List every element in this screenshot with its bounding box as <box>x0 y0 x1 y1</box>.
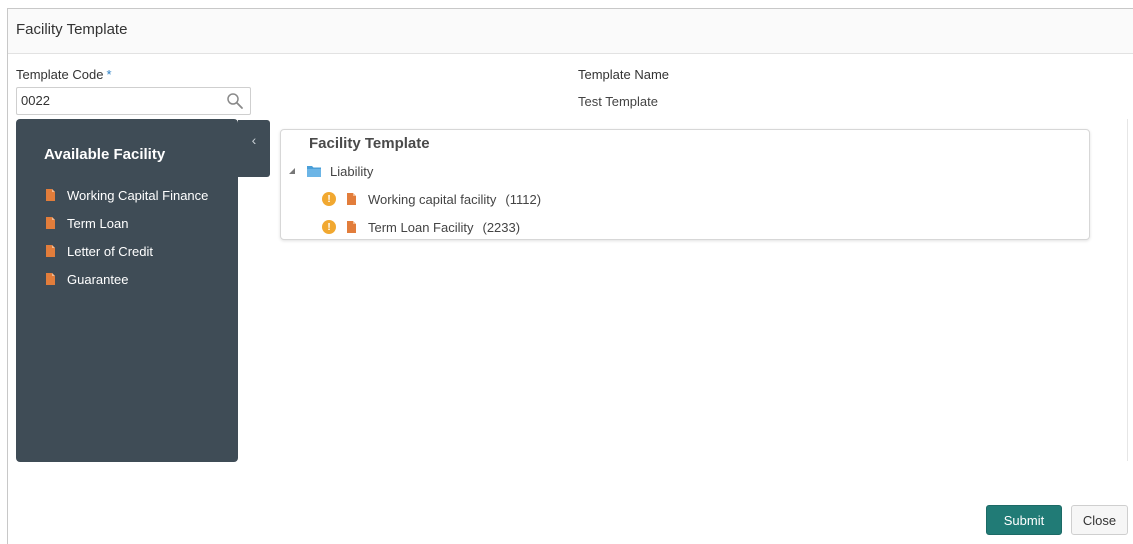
divider <box>1127 119 1128 461</box>
close-button[interactable]: Close <box>1071 505 1128 535</box>
available-item-letter-of-credit[interactable]: Letter of Credit <box>46 237 208 265</box>
tree-node-liability[interactable]: Liability <box>289 161 373 181</box>
available-item-label: Letter of Credit <box>67 243 153 259</box>
expand-caret-icon[interactable] <box>289 168 295 174</box>
tree-node-label: Working capital facility <box>368 191 497 207</box>
available-item-label: Guarantee <box>67 271 129 287</box>
available-facility-title: Available Facility <box>44 146 166 163</box>
facility-template-tree: Facility Template Liability ! Working ca… <box>280 129 1090 240</box>
warning-icon: ! <box>322 192 336 206</box>
template-code-field[interactable] <box>16 87 251 115</box>
template-name-label: Template Name <box>578 67 670 82</box>
tree-title: Facility Template <box>309 135 430 152</box>
available-item-guarantee[interactable]: Guarantee <box>46 265 208 293</box>
dialog-title: Facility Template <box>16 21 128 38</box>
template-name-value: Test Template <box>578 94 658 109</box>
tree-node-count: (2233) <box>482 219 521 235</box>
document-icon <box>347 193 356 205</box>
document-icon <box>46 189 55 201</box>
facility-template-dialog: Facility Template Template Code* Templat… <box>7 8 1133 544</box>
available-facility-list: Working Capital Finance Term Loan Letter… <box>46 181 208 293</box>
required-marker: * <box>106 67 112 82</box>
document-icon <box>46 273 55 285</box>
document-icon <box>347 221 356 233</box>
tree-node-label: Liability <box>330 163 374 179</box>
collapse-panel-button[interactable]: ‹ <box>238 120 270 177</box>
warning-icon: ! <box>322 220 336 234</box>
submit-button[interactable]: Submit <box>986 505 1062 535</box>
tree-node-label: Term Loan Facility <box>368 219 474 235</box>
folder-icon <box>307 165 321 177</box>
template-code-label-text: Template Code <box>16 67 104 82</box>
available-item-label: Term Loan <box>67 215 129 231</box>
available-item-label: Working Capital Finance <box>67 187 209 203</box>
dialog-header: Facility Template <box>8 9 1133 54</box>
template-code-label: Template Code * <box>16 67 112 82</box>
document-icon <box>46 217 55 229</box>
search-icon[interactable] <box>226 92 244 110</box>
available-item-term-loan[interactable]: Term Loan <box>46 209 208 237</box>
tree-node-working-capital-facility[interactable]: ! Working capital facility (1112) <box>322 189 541 209</box>
tree-node-count: (1112) <box>505 191 542 207</box>
tree-node-term-loan-facility[interactable]: ! Term Loan Facility (2233) <box>322 217 520 237</box>
template-code-input[interactable] <box>21 93 211 108</box>
chevron-left-icon: ‹ <box>251 132 257 148</box>
available-facility-panel: Available Facility Working Capital Finan… <box>16 119 238 462</box>
document-icon <box>46 245 55 257</box>
available-item-working-capital-finance[interactable]: Working Capital Finance <box>46 181 208 209</box>
